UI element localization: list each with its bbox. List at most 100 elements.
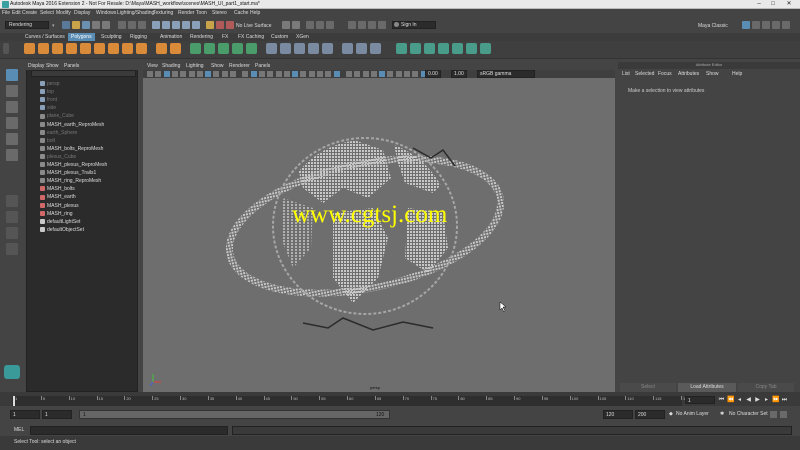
soft-select-icon[interactable] — [292, 21, 300, 29]
uv-editor-icon[interactable] — [396, 43, 407, 54]
preferences-icon[interactable] — [780, 411, 787, 418]
platonic-solid-icon[interactable] — [122, 43, 133, 54]
select-component-icon[interactable] — [138, 21, 146, 29]
menu-item-modify[interactable]: Modify — [56, 10, 71, 16]
bridge-icon[interactable] — [280, 43, 291, 54]
mirror-icon[interactable] — [246, 43, 257, 54]
history-icon[interactable] — [206, 21, 214, 29]
shelf-tab-curvessurfaces[interactable]: Curves / Surfaces — [22, 33, 68, 41]
shelf-tab-rendering[interactable]: Rendering — [187, 33, 216, 41]
snap-surface-icon[interactable] — [192, 21, 200, 29]
poly-cone-icon[interactable] — [66, 43, 77, 54]
channel-box-icon[interactable] — [782, 21, 790, 29]
viewport-tool-icon[interactable] — [333, 71, 340, 77]
outliner-item[interactable]: defaultObjectSet — [40, 226, 84, 234]
close-icon[interactable]: ✕ — [782, 0, 796, 9]
mel-label[interactable]: MEL — [14, 427, 24, 433]
viewport-tool-icon[interactable] — [275, 71, 282, 77]
viewport-tool-icon[interactable] — [300, 71, 307, 77]
step-forward-key-icon[interactable]: ⏩ — [772, 397, 779, 404]
snap-grid-icon[interactable] — [152, 21, 160, 29]
save-scene-icon[interactable] — [82, 21, 90, 29]
merge-icon[interactable] — [322, 43, 333, 54]
viewport-tool-icon[interactable] — [221, 71, 228, 77]
menu-item-cache[interactable]: Cache — [234, 10, 248, 16]
attribute-editor-menu-attributes[interactable]: Attributes — [678, 71, 699, 77]
svg-icon[interactable] — [170, 43, 181, 54]
extrude-icon[interactable] — [266, 43, 277, 54]
automatic-map-icon[interactable] — [452, 43, 463, 54]
multi-cut-icon[interactable] — [342, 43, 353, 54]
panel-toggle-icon[interactable] — [378, 21, 386, 29]
step-back-frame-icon[interactable]: ◂ — [736, 397, 743, 404]
viewport-tool-icon[interactable] — [267, 71, 274, 77]
color-space-dropdown[interactable]: sRGB gamma — [477, 70, 535, 78]
copy-tab-button[interactable]: Copy Tab — [738, 383, 794, 392]
shelf-tab-sculpting[interactable]: Sculpting — [98, 33, 125, 41]
outliner-item[interactable]: MASH_earth_ReproMesh — [40, 121, 104, 129]
attribute-editor-menu-focus[interactable]: Focus — [658, 71, 672, 77]
viewport-tool-icon[interactable] — [147, 71, 153, 77]
viewport-tool-icon[interactable] — [308, 71, 315, 77]
menu-item-render[interactable]: Render — [178, 10, 194, 16]
viewport-menu-lighting[interactable]: Lighting — [186, 63, 204, 69]
open-scene-icon[interactable] — [72, 21, 80, 29]
outliner-item[interactable]: plane_Cube — [40, 112, 74, 120]
viewport-tool-icon[interactable] — [205, 71, 212, 77]
poly-plane-icon[interactable] — [94, 43, 105, 54]
play-backwards-icon[interactable]: ◀ — [745, 397, 752, 404]
cut-uv-icon[interactable] — [466, 43, 477, 54]
attribute-editor-menu-help[interactable]: Help — [732, 71, 742, 77]
menu-item-display[interactable]: Display — [74, 10, 90, 16]
minimize-icon[interactable]: – — [752, 0, 766, 9]
gamma-field[interactable]: 1.00 — [451, 70, 467, 78]
single-perspective-icon[interactable] — [6, 195, 18, 207]
viewport-tool-icon[interactable] — [163, 71, 170, 77]
exposure-field[interactable]: 0.00 — [425, 70, 441, 78]
character-set-dropdown[interactable]: No Character Set — [729, 411, 768, 417]
viewport-tool-icon[interactable] — [387, 71, 394, 77]
viewport-tool-icon[interactable] — [325, 71, 332, 77]
outliner-item[interactable]: front — [40, 96, 57, 104]
attribute-editor-menu-selected[interactable]: Selected — [635, 71, 654, 77]
menu-item-lightingshading[interactable]: Lighting/Shading — [117, 10, 154, 16]
viewport-tool-icon[interactable] — [242, 71, 249, 77]
snap-plane-icon[interactable] — [182, 21, 190, 29]
anim-layer-dropdown[interactable]: No Anim Layer — [676, 411, 709, 417]
menu-item-toon[interactable]: Toon — [196, 10, 207, 16]
menu-item-file[interactable]: File — [2, 10, 10, 16]
poly-torus-icon[interactable] — [80, 43, 91, 54]
auto-key-icon[interactable] — [770, 411, 777, 418]
shelf-menu-icon[interactable] — [3, 43, 9, 54]
attribute-editor-menu-list[interactable]: List — [622, 71, 630, 77]
poly-disc-icon[interactable] — [108, 43, 119, 54]
paint-select-icon[interactable] — [6, 101, 18, 113]
persp-outliner-icon[interactable] — [6, 227, 18, 239]
outliner-item[interactable]: MASH_earth — [40, 193, 76, 201]
go-to-start-icon[interactable]: ⏮ — [718, 397, 725, 404]
playback-range-bar[interactable]: 1 120 — [79, 410, 390, 419]
outliner-item[interactable]: persp — [40, 80, 60, 88]
viewport-menu-shading[interactable]: Shading — [162, 63, 180, 69]
step-back-key-icon[interactable]: ⏪ — [727, 397, 734, 404]
viewport-tool-icon[interactable] — [196, 71, 203, 77]
separate-icon[interactable] — [204, 43, 215, 54]
outliner-item[interactable]: MASH_plexus_ReproMesh — [40, 161, 107, 169]
modeling-toolkit-icon[interactable] — [742, 21, 750, 29]
connect-icon[interactable] — [370, 43, 381, 54]
symmetry-icon[interactable] — [282, 21, 290, 29]
redo-icon[interactable] — [102, 21, 110, 29]
outliner-item[interactable]: side — [40, 104, 56, 112]
viewport-menu-panels[interactable]: Panels — [255, 63, 270, 69]
layout-icon[interactable] — [6, 243, 18, 255]
outliner-menu-panels[interactable]: Panels — [64, 63, 79, 69]
move-tool-icon[interactable] — [6, 117, 18, 129]
fill-hole-icon[interactable] — [308, 43, 319, 54]
camera-icon[interactable] — [316, 21, 324, 29]
viewport-tool-icon[interactable] — [362, 71, 369, 77]
menu-item-stereo[interactable]: Stereo — [212, 10, 227, 16]
attribute-editor-toggle-icon[interactable] — [762, 21, 770, 29]
viewport-tool-icon[interactable] — [379, 71, 386, 77]
input-line-icon[interactable] — [326, 21, 334, 29]
lasso-tool-icon[interactable] — [6, 85, 18, 97]
